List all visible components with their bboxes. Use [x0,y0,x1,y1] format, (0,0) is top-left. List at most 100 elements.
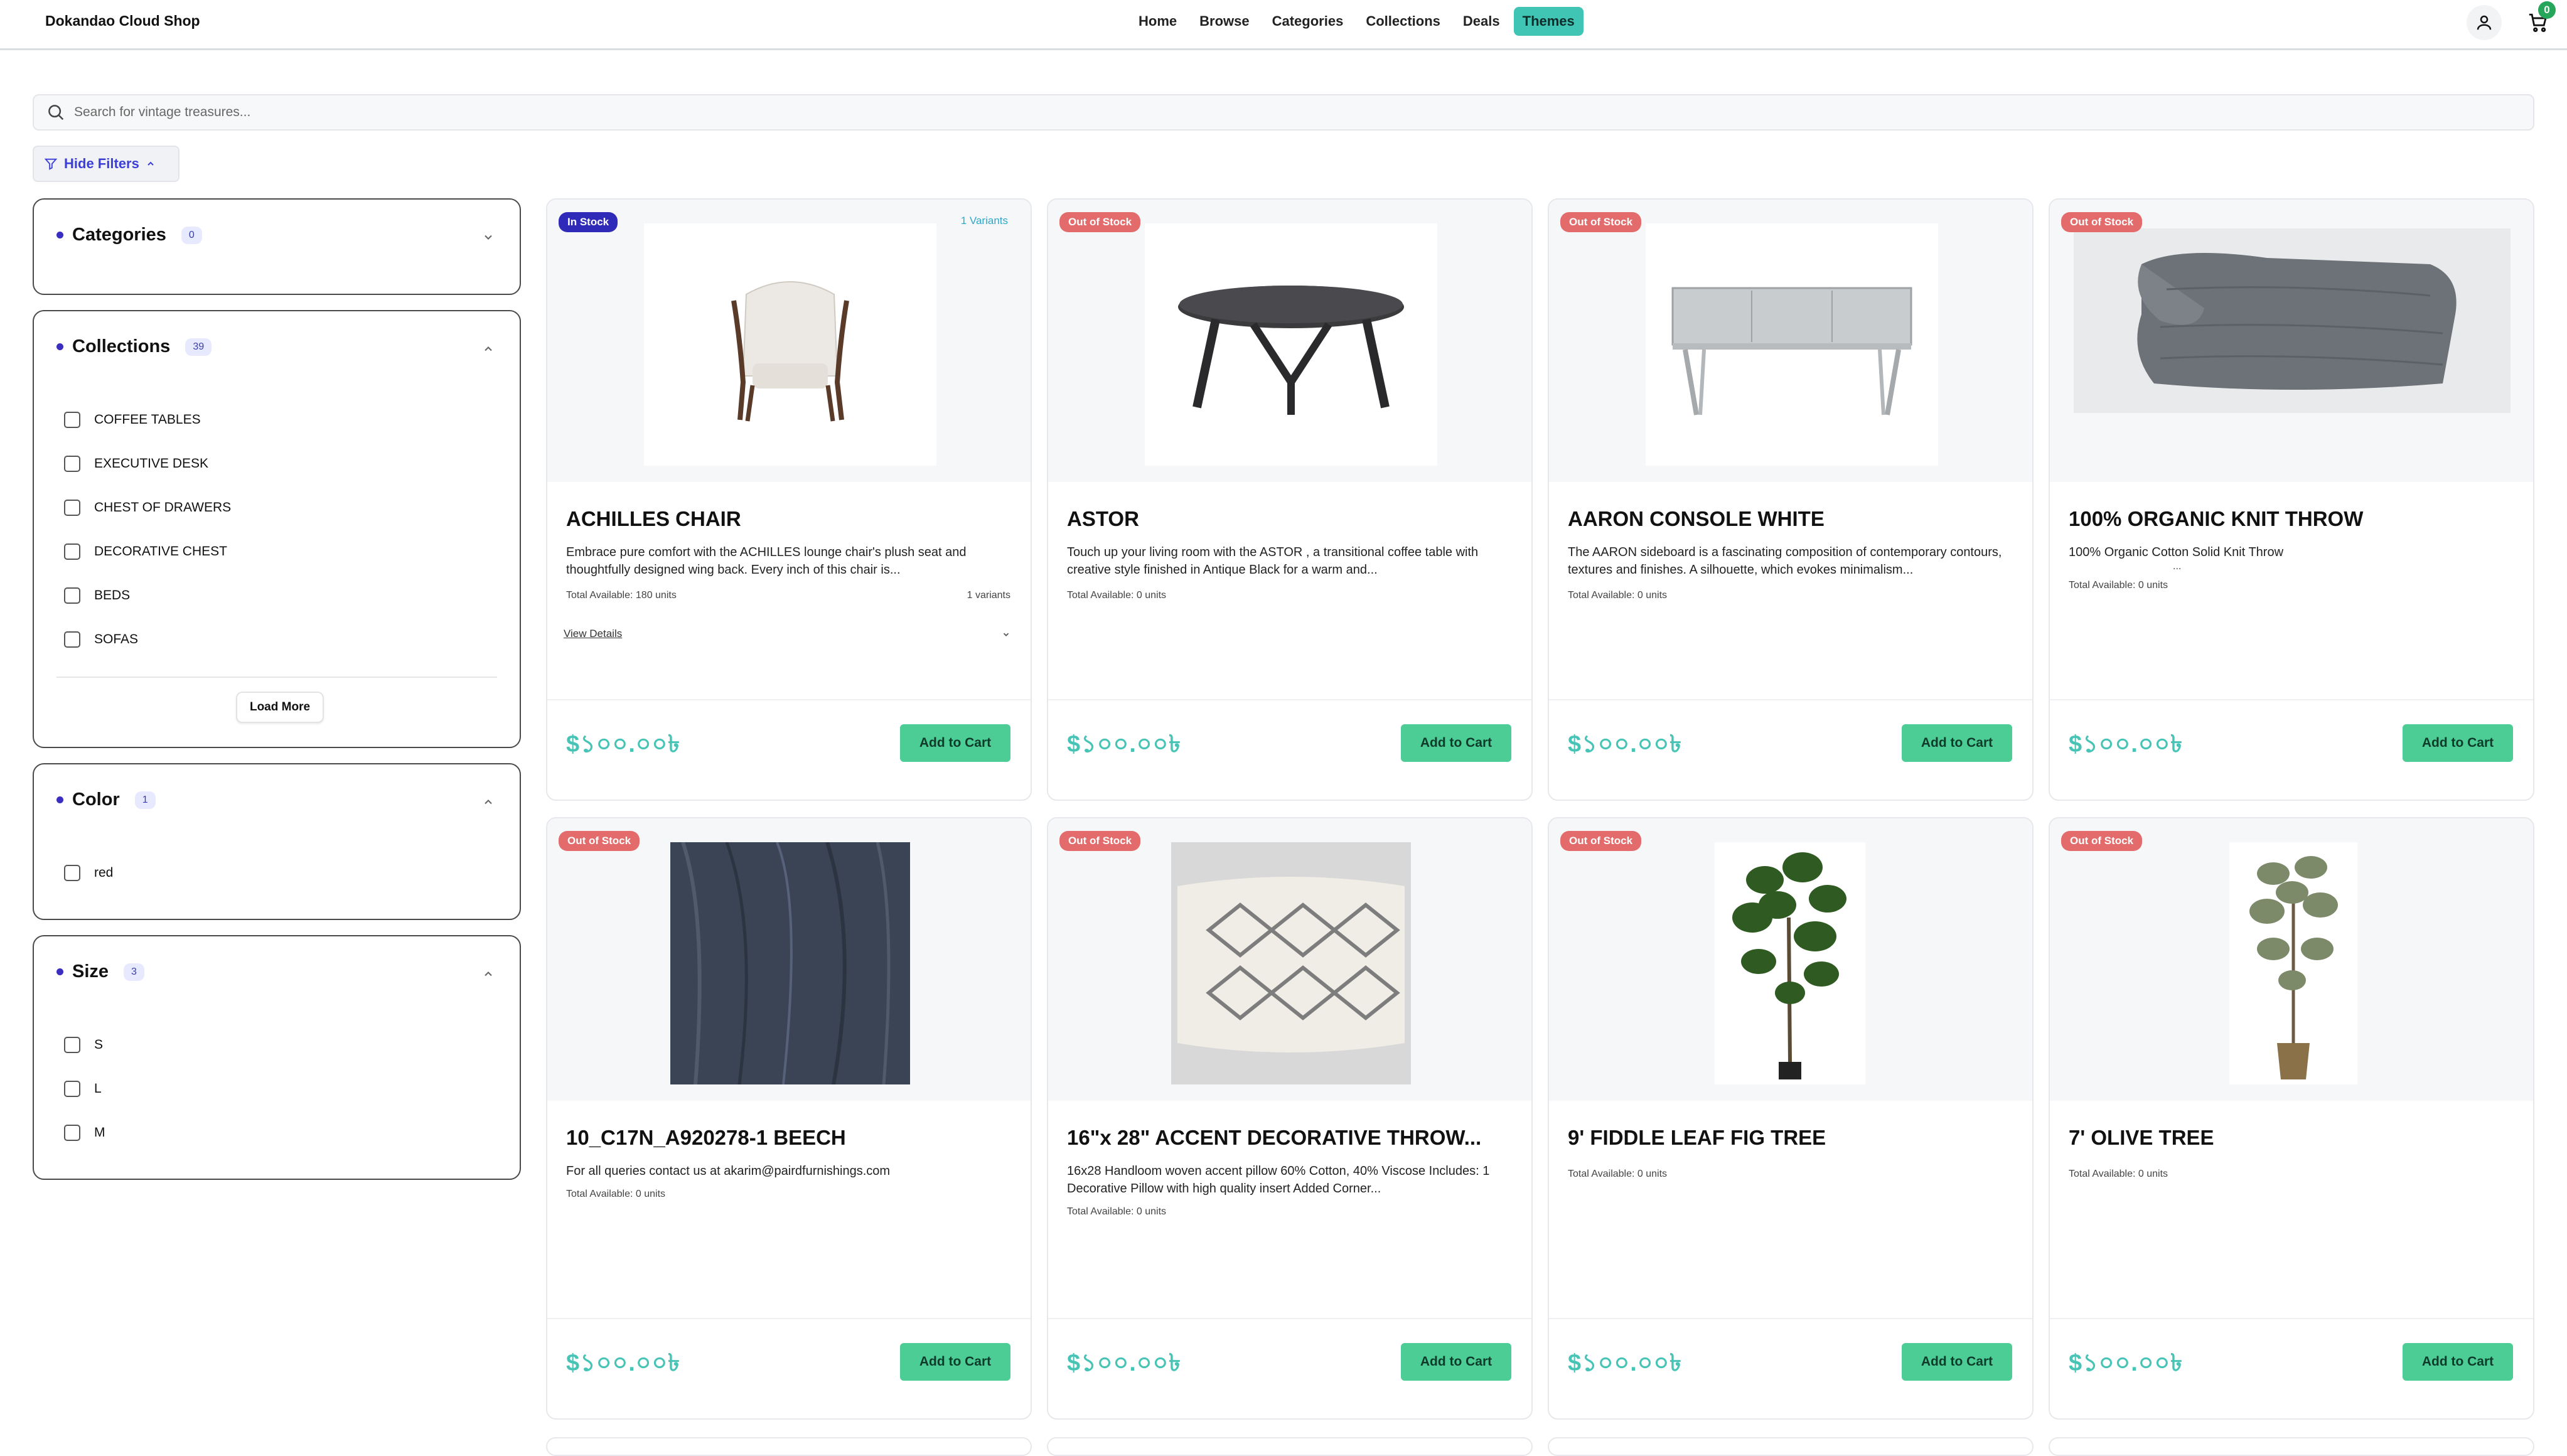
add-to-cart-button[interactable]: Add to Cart [1401,1343,1511,1381]
product-price: $১০০.০০৳ [1568,731,1683,757]
collections-panel-header[interactable]: Collections 39 [56,336,212,357]
checkbox[interactable] [64,412,80,428]
product-card[interactable]: In Stock 1 Variants ACHILLES CHAIR Embra… [546,198,1032,801]
load-more-button[interactable]: Load More [236,692,324,723]
chevron-down-icon[interactable] [1002,630,1010,639]
collection-option-decorative-chest[interactable]: DECORATIVE CHEST [64,543,227,560]
product-title[interactable]: 9' FIDDLE LEAF FIG TREE [1568,1126,2007,1150]
product-image-area: Out of Stock [1549,818,2032,1101]
collection-option-executive-desk[interactable]: EXECUTIVE DESK [64,456,208,472]
add-to-cart-button[interactable]: Add to Cart [1902,724,2012,762]
size-option-m[interactable]: M [64,1125,105,1141]
checkbox[interactable] [64,1081,80,1097]
categories-panel-header[interactable]: Categories 0 [56,225,202,245]
collections-count-badge: 39 [185,338,212,356]
add-to-cart-button[interactable]: Add to Cart [900,724,1010,762]
product-description: Touch up your living room with the ASTOR… [1067,545,1479,577]
add-to-cart-button[interactable]: Add to Cart [900,1343,1010,1381]
search-bar [33,94,2534,131]
checkbox[interactable] [64,1125,80,1141]
product-title[interactable]: ASTOR [1067,507,1506,531]
cart-button[interactable]: 0 [2521,1,2556,40]
add-to-cart-button[interactable]: Add to Cart [1401,724,1511,762]
view-details-link[interactable]: View Details [564,628,622,640]
checkbox[interactable] [64,587,80,604]
product-image[interactable] [2074,228,2511,413]
size-panel-header[interactable]: Size 3 [56,961,144,982]
product-card[interactable]: Out of Stock AARON CONSOLE WHITE The AAR… [1548,198,2034,801]
product-card[interactable]: Out of Stock 16"x 28" ACCENT DECORATIVE … [1047,817,1533,1420]
product-image[interactable] [1171,842,1411,1084]
product-card[interactable]: Out of Stock 100% ORGANIC KNIT THROW 100… [2049,198,2534,801]
product-image[interactable] [2229,842,2357,1084]
variants-link[interactable]: 1 Variants [961,215,1008,227]
checkbox[interactable] [64,543,80,560]
product-title[interactable]: 100% ORGANIC KNIT THROW [2069,507,2508,531]
search-input[interactable] [74,105,2459,120]
product-price: $১০০.০০৳ [1067,1350,1182,1376]
checkbox[interactable] [64,456,80,472]
product-image-area: Out of Stock [2050,200,2533,482]
nav-categories[interactable]: Categories [1263,7,1353,36]
card-footer: $১০০.০০৳ Add to Cart [547,699,1031,800]
chevron-down-icon[interactable] [482,231,495,244]
product-card[interactable]: Out of Stock 9' FIDDLE LEAF FIG TREE Tot… [1548,817,2034,1420]
user-button[interactable] [2467,5,2502,40]
total-available: Total Available: 0 units [1568,590,1668,601]
bullet-dot [56,796,63,803]
collection-option-beds[interactable]: BEDS [64,587,130,604]
in-stock-badge: In Stock [559,212,618,232]
product-image[interactable] [1646,223,1938,466]
product-title[interactable]: ACHILLES CHAIR [566,507,1005,531]
chevron-up-icon[interactable] [482,968,495,980]
product-card-partial [1047,1437,1533,1456]
out-of-stock-badge: Out of Stock [559,831,640,851]
brand-name[interactable]: Dokandao Cloud Shop [45,13,200,29]
add-to-cart-button[interactable]: Add to Cart [1902,1343,2012,1381]
product-image[interactable] [1715,842,1865,1084]
top-header: Dokandao Cloud Shop Home Browse Categori… [0,0,2567,50]
checkbox[interactable] [64,631,80,648]
collection-option-coffee-tables[interactable]: COFFEE TABLES [64,412,201,428]
product-image[interactable] [1145,223,1437,466]
product-title[interactable]: 16"x 28" ACCENT DECORATIVE THROW... [1067,1126,1506,1150]
nav-themes[interactable]: Themes [1513,7,1584,36]
product-image-area: Out of Stock [1048,200,1531,482]
color-panel-header[interactable]: Color 1 [56,790,156,810]
product-title[interactable]: 10_C17N_A920278-1 BEECH [566,1126,1005,1150]
product-description: The AARON sideboard is a fascinating com… [1568,545,2002,577]
product-image[interactable] [670,842,910,1084]
product-card[interactable]: Out of Stock 10_C17N_A920278-1 BEECH For… [546,817,1032,1420]
collection-option-sofas[interactable]: SOFAS [64,631,138,648]
add-to-cart-button[interactable]: Add to Cart [2403,724,2513,762]
product-description: 16x28 Handloom woven accent pillow 60% C… [1067,1164,1490,1196]
product-price: $১০০.০০৳ [1067,731,1182,757]
product-image[interactable] [644,223,936,466]
hide-filters-button[interactable]: Hide Filters [33,146,180,182]
total-available: Total Available: 0 units [566,1189,666,1199]
nav-home[interactable]: Home [1130,7,1186,36]
checkbox[interactable] [64,500,80,516]
color-option-red[interactable]: red [64,865,113,881]
nav-browse[interactable]: Browse [1191,7,1258,36]
nav-deals[interactable]: Deals [1454,7,1509,36]
size-option-s[interactable]: S [64,1037,103,1053]
chevron-up-icon[interactable] [482,343,495,355]
product-price: $১০০.০০৳ [2069,731,2184,757]
product-card[interactable]: Out of Stock ASTOR Touch up your living … [1047,198,1533,801]
product-image-area: Out of Stock [1549,200,2032,482]
card-footer: $১০০.০০৳ Add to Cart [1549,699,2032,800]
collection-option-chest-of-drawers[interactable]: CHEST OF DRAWERS [64,500,231,516]
checkbox[interactable] [64,1037,80,1053]
add-to-cart-button[interactable]: Add to Cart [2403,1343,2513,1381]
out-of-stock-badge: Out of Stock [1059,831,1141,851]
product-title[interactable]: AARON CONSOLE WHITE [1568,507,2007,531]
nav-collections[interactable]: Collections [1357,7,1449,36]
checkbox[interactable] [64,865,80,881]
chevron-up-icon [147,161,154,166]
chevron-up-icon[interactable] [482,796,495,808]
filter-icon [44,158,58,170]
product-card[interactable]: Out of Stock 7' OLIVE TREE Total Availab… [2049,817,2534,1420]
product-title[interactable]: 7' OLIVE TREE [2069,1126,2508,1150]
size-option-l[interactable]: L [64,1081,102,1097]
